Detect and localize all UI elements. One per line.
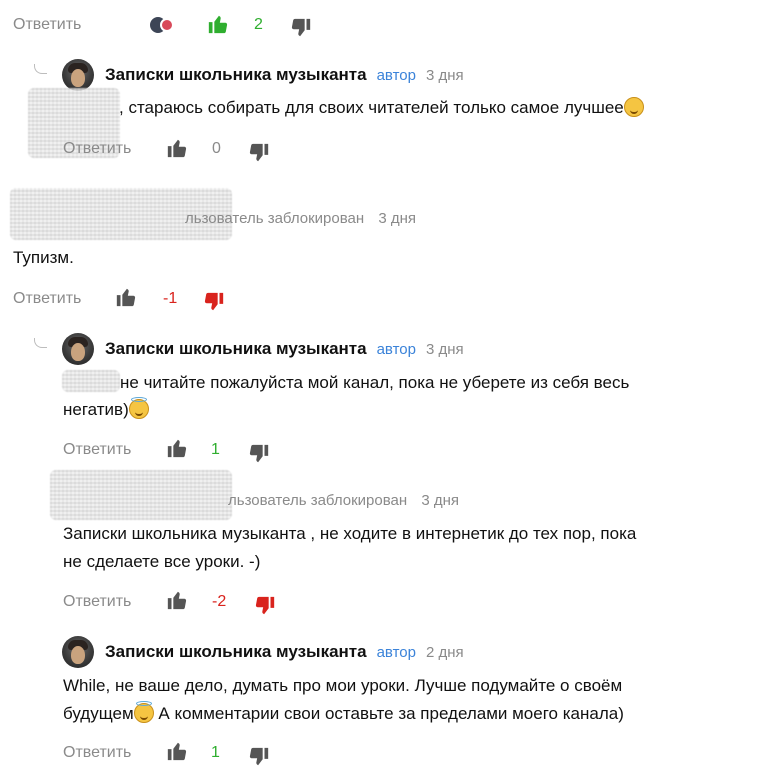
author-name[interactable]: Записки школьника музыканта (105, 642, 367, 662)
comment-age: 3 дня (421, 492, 460, 509)
halo-emoji-icon (128, 397, 149, 419)
reply-button[interactable]: Ответить (63, 441, 131, 459)
comment-text-line: негатив) (63, 396, 149, 423)
comment-age: 3 дня (425, 66, 464, 84)
thumbs-down-icon[interactable] (248, 142, 270, 164)
comment-header: Записки школьника музыканта автор 3 дня (62, 333, 464, 365)
reply-connector (34, 64, 47, 74)
comment-text-body: негатив) (63, 400, 129, 419)
reply-button[interactable]: Ответить (63, 593, 131, 611)
heart-icon (160, 18, 174, 32)
reply-connector (34, 338, 47, 348)
thumbs-down-icon[interactable] (290, 17, 312, 39)
thumbs-up-icon[interactable] (166, 740, 188, 762)
thumbs-down-icon[interactable] (203, 291, 225, 313)
thumbs-down-icon[interactable] (254, 595, 276, 617)
thumbs-down-icon[interactable] (248, 746, 270, 768)
comment-text-body: , стараюсь собирать для своих читателей … (119, 98, 624, 117)
comment-actions: Ответить (13, 13, 81, 37)
comment-text-line: Записки школьника музыканта , не ходите … (63, 524, 637, 543)
comment-actions: Ответить (63, 438, 131, 462)
like-count: -2 (212, 593, 227, 610)
reply-button[interactable]: Ответить (13, 290, 81, 308)
reply-button[interactable]: Ответить (63, 140, 131, 158)
thumbs-up-icon[interactable] (207, 13, 229, 35)
comment-age: 3 дня (425, 340, 464, 358)
avatar[interactable] (62, 59, 94, 91)
author-badge: автор (376, 66, 416, 84)
comment-actions: Ответить (63, 590, 131, 614)
comment-age: 2 дня (425, 643, 464, 661)
comment-header: льзователь заблокирован 3 дня (228, 492, 459, 509)
comment-text-line: будущем А комментарии свои оставьте за п… (63, 700, 624, 727)
author-badge: автор (376, 340, 416, 358)
thumbs-up-icon[interactable] (115, 286, 137, 308)
thumbs-up-icon[interactable] (166, 437, 188, 459)
redacted-name (62, 370, 120, 392)
reply-button[interactable]: Ответить (63, 744, 131, 762)
comment-text-line: While, не ваше дело, думать про мои урок… (63, 676, 623, 695)
like-count: 1 (211, 744, 220, 761)
comment-age: 3 дня (378, 210, 417, 227)
author-badge: автор (376, 643, 416, 661)
grinning-emoji-icon (623, 97, 644, 117)
blocked-status: льзователь заблокирован (185, 210, 365, 227)
reply-button[interactable]: Ответить (13, 16, 81, 34)
like-count: 1 (211, 441, 220, 458)
comment-text-body: А комментарии свои оставьте за пределами… (153, 704, 624, 723)
comment-actions: Ответить (63, 137, 131, 161)
comment-text-line: не сделаете все уроки. -) (63, 552, 261, 571)
like-count: -1 (163, 290, 178, 307)
comment-header: Записки школьника музыканта автор 3 дня (62, 59, 464, 91)
comment-text-body: будущем (63, 704, 134, 723)
comment-text: Тупизм. (13, 248, 74, 267)
thumbs-down-icon[interactable] (248, 443, 270, 465)
blocked-status: льзователь заблокирован (228, 492, 408, 509)
thumbs-up-icon[interactable] (166, 137, 188, 159)
comment-text: , стараюсь собирать для своих читателей … (119, 94, 644, 121)
author-name[interactable]: Записки школьника музыканта (105, 65, 367, 85)
thumbs-up-icon[interactable] (166, 589, 188, 611)
redacted-user (50, 470, 232, 520)
avatar[interactable] (62, 333, 94, 365)
halo-emoji-icon (133, 701, 154, 723)
comment-text-line: не читайте пожалуйста мой канал, пока не… (120, 373, 630, 392)
like-count: 0 (212, 140, 221, 157)
comment-header: Записки школьника музыканта автор 2 дня (62, 636, 464, 668)
like-count: 2 (254, 16, 263, 33)
author-name[interactable]: Записки школьника музыканта (105, 339, 367, 359)
comment-actions: Ответить (13, 287, 81, 311)
reaction-avatars[interactable] (148, 15, 174, 35)
comment-header: льзователь заблокирован 3 дня (185, 210, 416, 227)
avatar[interactable] (62, 636, 94, 668)
comment-actions: Ответить (63, 741, 131, 765)
